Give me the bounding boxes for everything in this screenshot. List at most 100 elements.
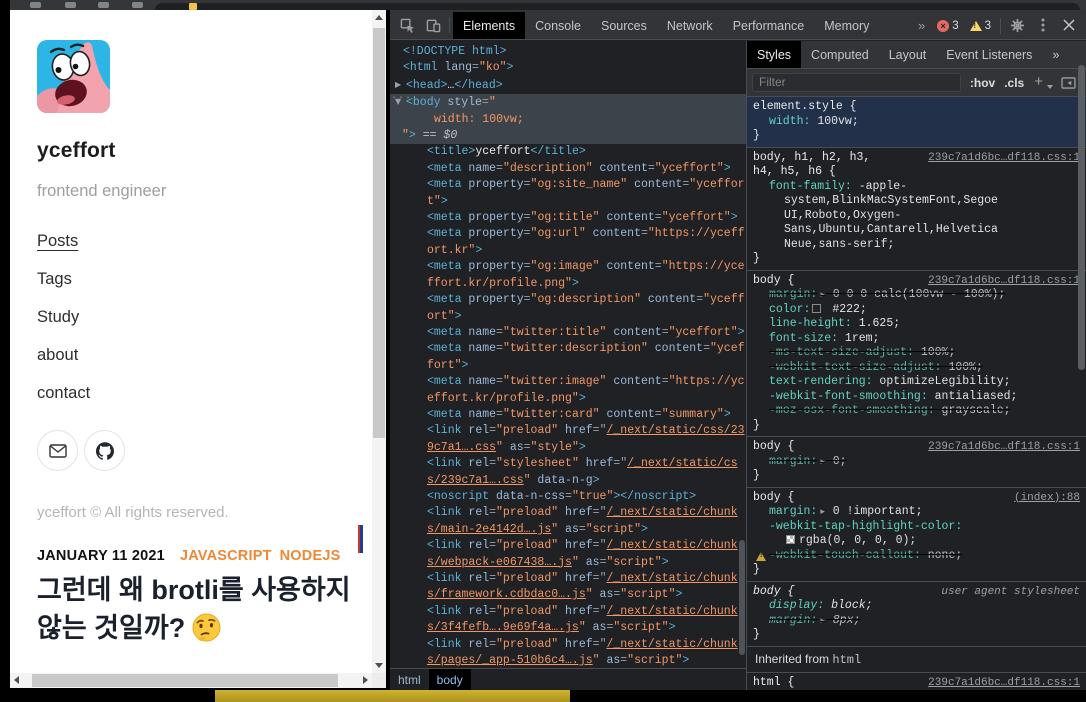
dom-node-line[interactable]: <meta name="description" content="yceffo… xyxy=(390,161,746,177)
css-property[interactable]: margin:▸ 0 0 0 calc(100vw - 100%); xyxy=(753,288,1080,303)
post-title-link[interactable]: 그런데 왜 brotli를 사용하지 않는 것일까? xyxy=(37,571,372,647)
forward-icon[interactable] xyxy=(65,2,76,8)
dom-node-line[interactable]: width: 100vw; xyxy=(390,112,746,128)
sidebar-tab-layout[interactable]: Layout xyxy=(879,41,937,68)
dom-node-line[interactable]: <meta name="twitter:image" content="http… xyxy=(390,374,746,390)
rule-source-link[interactable]: user agent stylesheet xyxy=(941,585,1080,600)
sidebar-item-tags[interactable]: Tags xyxy=(37,270,72,289)
css-property[interactable]: -webkit-tap-highlight-color: xyxy=(753,520,1080,535)
css-property[interactable]: !-webkit-touch-callout: none; xyxy=(753,549,1080,564)
styles-scroll-thumb[interactable] xyxy=(1078,65,1085,370)
post-tag-nodejs[interactable]: NODEJS xyxy=(280,548,341,564)
scroll-down-arrow[interactable] xyxy=(375,663,383,668)
sidebar-tab-event-listeners[interactable]: Event Listeners xyxy=(936,41,1042,68)
color-swatch[interactable] xyxy=(786,535,795,544)
sidebar-item-study[interactable]: Study xyxy=(37,308,79,327)
dom-node-line[interactable]: <meta property="og:url" content="https:/… xyxy=(390,226,746,242)
rule-selector[interactable]: body { xyxy=(753,274,794,289)
css-property[interactable]: -moz-osx-font-smoothing: grayscale; xyxy=(753,404,1080,419)
dom-node-line[interactable]: s/239c7a1….css" data-n-g> xyxy=(390,473,746,489)
dom-node-line[interactable]: fort"> xyxy=(390,358,746,374)
rule-selector[interactable]: html { xyxy=(753,676,794,690)
warning-badge[interactable]: ! 3 xyxy=(964,20,997,32)
rule-selector[interactable]: body { xyxy=(753,491,794,506)
devtools-tab-network[interactable]: Network xyxy=(657,12,723,39)
dom-node-line[interactable]: <link rel="preload" href="/_next/static/… xyxy=(390,505,746,521)
inspect-element-icon[interactable] xyxy=(394,12,420,38)
scroll-left-arrow[interactable] xyxy=(14,676,19,684)
rule-source-link[interactable]: 239c7a1d6bc…df118.css:1 xyxy=(928,676,1080,690)
rule-selector[interactable]: element.style { xyxy=(753,100,857,115)
devtools-tab-sources[interactable]: Sources xyxy=(591,12,657,39)
dom-node-line[interactable]: <meta name="twitter:description" content… xyxy=(390,341,746,357)
css-property[interactable]: text-rendering: optimizeLegibility; xyxy=(753,375,1080,390)
dom-node-line[interactable]: <link rel="preload" href="/_next/static/… xyxy=(390,423,746,439)
css-property[interactable]: color: #222; xyxy=(753,303,1080,318)
settings-gear-icon[interactable] xyxy=(1004,12,1030,38)
devtools-tab-memory[interactable]: Memory xyxy=(814,12,879,39)
dom-node-line[interactable]: t"> xyxy=(390,194,746,210)
dom-node-line[interactable]: s/webpack-e067438….js" as="script"> xyxy=(390,555,746,571)
expand-shorthand-icon[interactable]: ▸ xyxy=(820,616,825,626)
css-property[interactable]: margin:▸ 0 !important; xyxy=(753,505,1080,520)
back-icon[interactable] xyxy=(30,2,41,8)
devtools-tab-elements[interactable]: Elements xyxy=(453,12,525,39)
new-rule-caret-icon[interactable] xyxy=(1047,85,1053,89)
breadcrumb-html[interactable]: html xyxy=(390,669,429,690)
toggle-class-button[interactable]: .cls xyxy=(1004,76,1024,90)
css-property[interactable]: font-size: 1rem; xyxy=(753,332,1080,347)
dom-node-line[interactable]: <link rel="preload" href="/_next/static/… xyxy=(390,637,746,653)
more-tabs-icon[interactable]: » xyxy=(911,18,932,33)
dom-node-line[interactable]: effort.kr/profile.png"> xyxy=(390,391,746,407)
dom-node-line[interactable]: <meta property="og:site_name" content="y… xyxy=(390,177,746,193)
dom-node-line[interactable]: s/3f4fefb….9e69f4a….js" as="script"> xyxy=(390,620,746,636)
dom-node-line[interactable]: ort.kr"> xyxy=(390,243,746,259)
css-property[interactable]: -ms-text-size-adjust: 100%; xyxy=(753,346,1080,361)
dom-node-line[interactable]: ···▼<body style=" xyxy=(390,94,746,111)
reload-icon[interactable] xyxy=(98,2,109,8)
scroll-right-arrow[interactable] xyxy=(363,676,368,684)
address-bar[interactable] xyxy=(155,3,1080,10)
page-vertical-scrollbar[interactable] xyxy=(372,10,386,673)
dom-node-line[interactable]: <noscript data-n-css="true"></noscript> xyxy=(390,489,746,505)
vertical-scroll-thumb[interactable] xyxy=(373,28,385,438)
expand-shorthand-icon[interactable]: ▸ xyxy=(820,507,825,517)
dom-node-line[interactable]: <html lang="ko"> xyxy=(390,60,746,76)
scroll-up-arrow[interactable] xyxy=(375,15,383,20)
dom-node-line[interactable]: <link rel="preload" href="/_next/static/… xyxy=(390,604,746,620)
dom-node-line[interactable]: <meta property="og:image" content="https… xyxy=(390,259,746,275)
dom-node-line[interactable]: <meta property="og:description" content=… xyxy=(390,292,746,308)
sidebar-item-about[interactable]: about xyxy=(37,346,78,365)
rule-source-link[interactable]: (index):88 xyxy=(1014,491,1080,506)
dom-node-line[interactable]: 9c7a1….css" as="style"> xyxy=(390,440,746,456)
rule-selector[interactable]: body { xyxy=(753,585,794,600)
dom-node-line[interactable]: <!DOCTYPE html> xyxy=(390,44,746,60)
rule-selector[interactable]: body { xyxy=(753,440,794,455)
inherited-node-link[interactable]: html xyxy=(832,653,861,667)
post-tag-javascript[interactable]: JAVASCRIPT xyxy=(180,548,272,564)
devtools-tab-console[interactable]: Console xyxy=(525,12,591,39)
dom-node-line[interactable]: <meta name="twitter:title" content="ycef… xyxy=(390,325,746,341)
mail-button[interactable] xyxy=(37,430,78,471)
dom-node-line[interactable]: s/framework.cdbdac0….js" as="script"> xyxy=(390,587,746,603)
dom-node-line[interactable]: <title>yceffort</title> xyxy=(390,144,746,160)
css-property[interactable]: width: 100vw; xyxy=(753,115,1080,130)
css-property[interactable]: display: block; xyxy=(753,599,1080,614)
css-property[interactable]: margin:▸ 0; xyxy=(753,455,1080,470)
rule-source-link[interactable]: 239c7a1d6bc…df118.css:1 xyxy=(928,151,1080,166)
dom-node-line[interactable]: ▶<head>…</head> xyxy=(390,77,746,94)
sidebar-item-posts[interactable]: Posts xyxy=(37,232,78,251)
node-menu-dots-icon[interactable]: ··· xyxy=(391,91,412,107)
sidebar-tab-styles[interactable]: Styles xyxy=(747,41,801,68)
extension-icon[interactable] xyxy=(132,2,143,8)
rule-selector[interactable]: body, h1, h2, h3, xyxy=(753,151,870,166)
horizontal-scroll-thumb[interactable] xyxy=(32,674,338,687)
dom-node-line[interactable]: s/main-2e4142d….js" as="script"> xyxy=(390,522,746,538)
error-badge[interactable]: × 3 xyxy=(932,20,963,32)
dom-scroll-thumb[interactable] xyxy=(739,540,745,655)
css-property[interactable]: line-height: 1.625; xyxy=(753,317,1080,332)
css-property[interactable]: margin:▸ 8px; xyxy=(753,614,1080,629)
device-toolbar-icon[interactable] xyxy=(420,12,446,38)
css-property[interactable]: -webkit-font-smoothing: antialiased; xyxy=(753,390,1080,405)
css-property[interactable]: font-family: -apple- xyxy=(753,180,1080,195)
